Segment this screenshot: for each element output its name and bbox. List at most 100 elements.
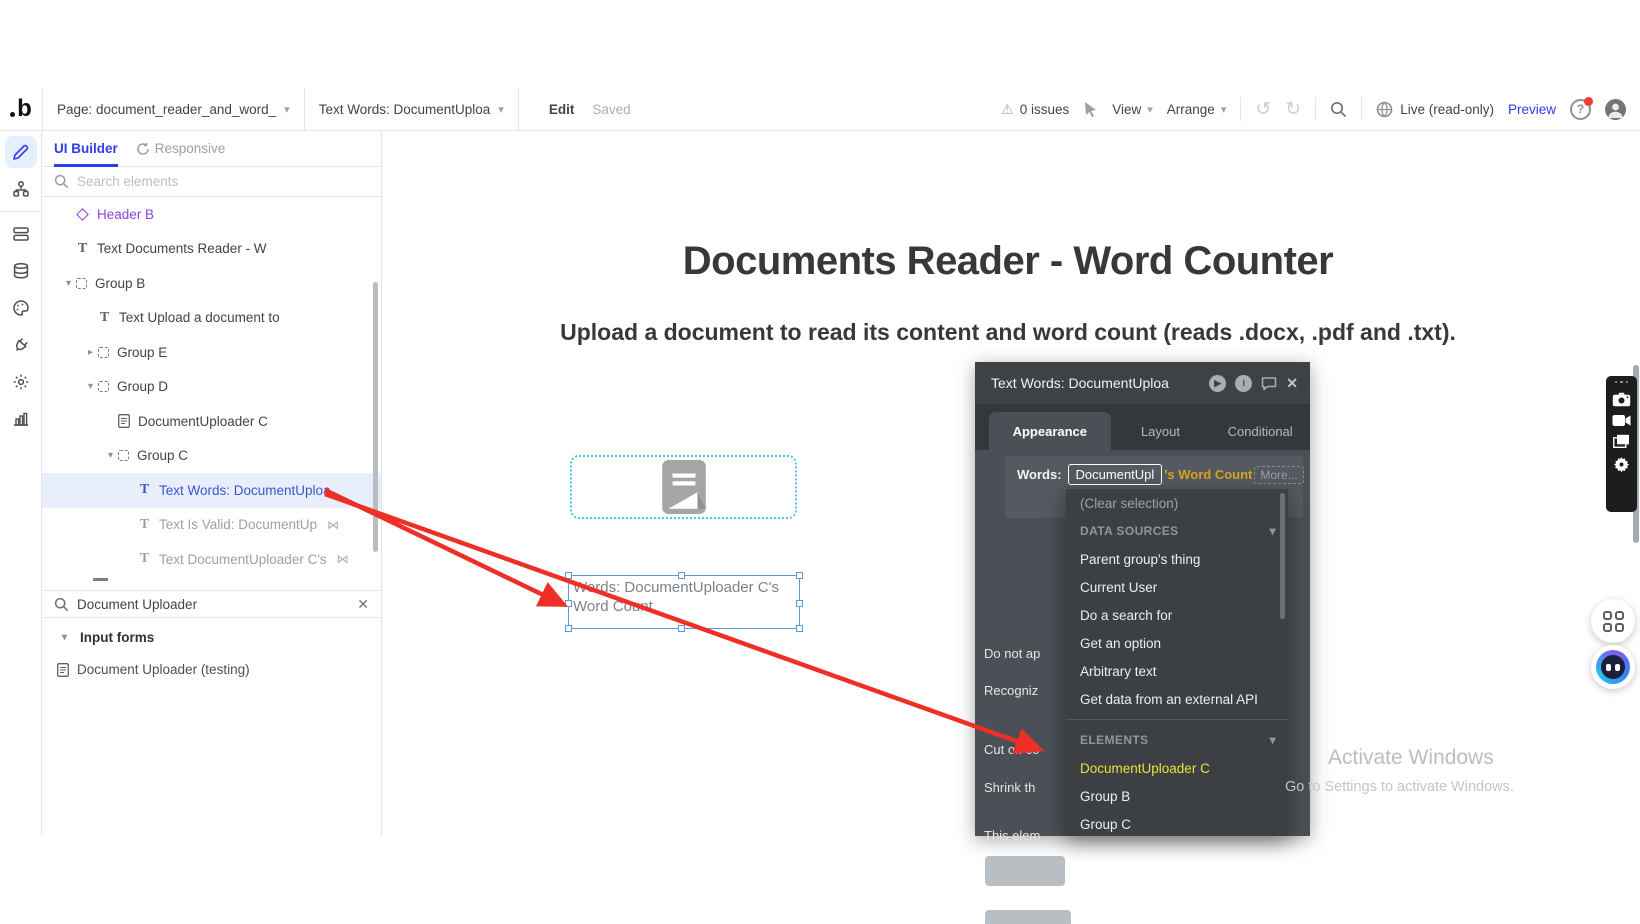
undo-icon[interactable]: ↺: [1255, 100, 1271, 119]
dropdown-item-parent-groups-thing[interactable]: Parent group's thing: [1066, 545, 1288, 573]
tree-item-text-documentuploader-cs[interactable]: T Text DocumentUploader C's ⋈: [42, 542, 381, 577]
dropdown-item-documentuploader-c[interactable]: DocumentUploader C: [1066, 754, 1288, 782]
gear-icon[interactable]: [1613, 456, 1630, 473]
cursor-icon[interactable]: [1083, 101, 1098, 118]
tree-item-header-b[interactable]: Header B: [42, 197, 381, 232]
run-icon[interactable]: ▶: [1209, 375, 1226, 392]
camera-icon[interactable]: [1612, 392, 1631, 407]
clipped-option-label: Recogniz: [984, 683, 1068, 698]
preview-button[interactable]: Preview: [1508, 102, 1556, 117]
redo-icon[interactable]: ↻: [1285, 100, 1301, 119]
styles-tab-button[interactable]: [5, 292, 37, 324]
tree-item-documentuploader-c[interactable]: DocumentUploader C: [42, 404, 381, 439]
resize-handle-w[interactable]: [565, 600, 572, 607]
dropdown-item-get-an-option[interactable]: Get an option: [1066, 629, 1288, 657]
selected-text-element[interactable]: Words: DocumentUploader C's Word Count: [568, 575, 800, 629]
caret-down-icon[interactable]: ▾: [83, 381, 98, 392]
chevron-down-icon: ▾: [284, 103, 290, 116]
reusables-tab-button[interactable]: [5, 218, 37, 250]
resize-handle-ne[interactable]: [796, 572, 803, 579]
uploader-element-icon: [118, 414, 130, 428]
tab-appearance[interactable]: Appearance: [989, 412, 1111, 450]
tree-item-text-words-selected[interactable]: T Text Words: DocumentUploa: [42, 473, 381, 508]
dropdown-item-arbitrary-text[interactable]: Arbitrary text: [1066, 657, 1288, 685]
warning-icon: ⚠: [1001, 101, 1014, 118]
chevron-down-icon: ▾: [1147, 103, 1153, 116]
panel-muted-button[interactable]: [985, 856, 1065, 886]
words-value-token[interactable]: DocumentUpl: [1068, 464, 1163, 485]
settings-tab-button[interactable]: [5, 366, 37, 398]
tab-conditional[interactable]: Conditional: [1210, 412, 1310, 450]
dropdown-scrollbar[interactable]: [1280, 493, 1285, 619]
copy-pages-icon[interactable]: [1613, 434, 1630, 449]
close-icon[interactable]: ✕: [1286, 375, 1298, 392]
edit-mode-button[interactable]: Edit: [549, 102, 575, 117]
extension-grid-button[interactable]: [1591, 599, 1635, 643]
tree-item-group-e[interactable]: ▸ Group E: [42, 335, 381, 370]
element-selector[interactable]: Text Words: DocumentUploa ▾: [305, 88, 519, 131]
tree-item-group-c[interactable]: ▾ Group C: [42, 439, 381, 474]
resize-handle-s[interactable]: [678, 625, 685, 632]
tree-scrollbar[interactable]: [373, 282, 378, 552]
tree-item-text-is-valid[interactable]: T Text Is Valid: DocumentUp ⋈: [42, 508, 381, 543]
caret-right-icon[interactable]: ▸: [83, 347, 98, 358]
dropdown-item-do-a-search-for[interactable]: Do a search for: [1066, 601, 1288, 629]
tree-item-group-b[interactable]: ▾ Group B: [42, 266, 381, 301]
dropdown-header-elements[interactable]: ELEMENTS ▾: [1066, 726, 1288, 754]
ai-assistant-button[interactable]: [1591, 645, 1635, 689]
video-camera-icon[interactable]: [1612, 414, 1631, 427]
resize-handle-sw[interactable]: [565, 625, 572, 632]
dropdown-item-group-c[interactable]: Group C: [1066, 810, 1288, 836]
avatar[interactable]: [1605, 99, 1626, 120]
bubble-logo[interactable]: b: [0, 97, 42, 121]
tab-ui-builder[interactable]: UI Builder: [54, 131, 118, 167]
search-icon[interactable]: [1330, 101, 1347, 118]
page-selector[interactable]: Page: document_reader_and_word_ ▾: [42, 88, 305, 131]
refresh-icon: [136, 142, 150, 156]
tree-item-text-documents-reader[interactable]: T Text Documents Reader - W: [42, 232, 381, 267]
resize-handle-se[interactable]: [796, 625, 803, 632]
drag-dots-icon[interactable]: [1615, 379, 1629, 385]
live-readonly-toggle[interactable]: Live (read-only): [1376, 101, 1494, 118]
resize-handle-nw[interactable]: [565, 572, 572, 579]
comment-icon[interactable]: [1261, 376, 1277, 391]
notification-dot: [1584, 97, 1593, 106]
person-icon: [1605, 99, 1626, 120]
info-icon[interactable]: i: [1235, 375, 1252, 392]
dropdown-item-external-api[interactable]: Get data from an external API: [1066, 685, 1288, 713]
property-panel-title: Text Words: DocumentUploa: [991, 375, 1169, 391]
view-menu[interactable]: View ▾: [1112, 102, 1153, 117]
issues-indicator[interactable]: ⚠ 0 issues: [1001, 101, 1069, 118]
design-tab-button[interactable]: [5, 136, 37, 168]
tab-layout[interactable]: Layout: [1111, 412, 1211, 450]
arrange-menu[interactable]: Arrange ▾: [1167, 102, 1227, 117]
resize-handle-e[interactable]: [796, 600, 803, 607]
chevron-down-icon: ▾: [498, 103, 504, 116]
caret-down-icon[interactable]: ▾: [103, 450, 118, 461]
dropdown-item-current-user[interactable]: Current User: [1066, 573, 1288, 601]
divider: [0, 211, 41, 212]
data-tab-button[interactable]: [5, 255, 37, 287]
document-uploader-dropzone[interactable]: [570, 455, 797, 519]
tree-item-text-upload[interactable]: T Text Upload a document to: [42, 301, 381, 336]
workflow-tab-button[interactable]: [5, 173, 37, 205]
library-search-input[interactable]: [77, 597, 349, 612]
dropdown-clear-selection[interactable]: (Clear selection): [1066, 489, 1288, 517]
search-elements-input[interactable]: [77, 174, 317, 189]
property-panel-header[interactable]: Text Words: DocumentUploa ▶ i ✕: [975, 362, 1310, 404]
help-button[interactable]: ?: [1570, 99, 1591, 120]
logs-tab-button[interactable]: [5, 403, 37, 435]
more-expression-button[interactable]: More...: [1254, 466, 1303, 484]
tree-item-group-d[interactable]: ▾ Group D: [42, 370, 381, 405]
dropdown-item-group-b[interactable]: Group B: [1066, 782, 1288, 810]
resize-handle-n[interactable]: [678, 572, 685, 579]
section-input-forms[interactable]: ▾ Input forms: [42, 630, 169, 645]
clear-search-icon[interactable]: ✕: [357, 596, 369, 613]
words-expression-suffix[interactable]: 's Word Count: [1164, 467, 1252, 482]
plugins-tab-button[interactable]: [5, 329, 37, 361]
caret-down-icon[interactable]: ▾: [61, 278, 76, 289]
tab-responsive[interactable]: Responsive: [136, 141, 226, 156]
dropdown-header-data-sources[interactable]: DATA SOURCES ▾: [1066, 517, 1288, 545]
property-panel-tabs: Appearance Layout Conditional: [975, 404, 1310, 450]
library-item-document-uploader[interactable]: Document Uploader (testing): [42, 662, 265, 677]
